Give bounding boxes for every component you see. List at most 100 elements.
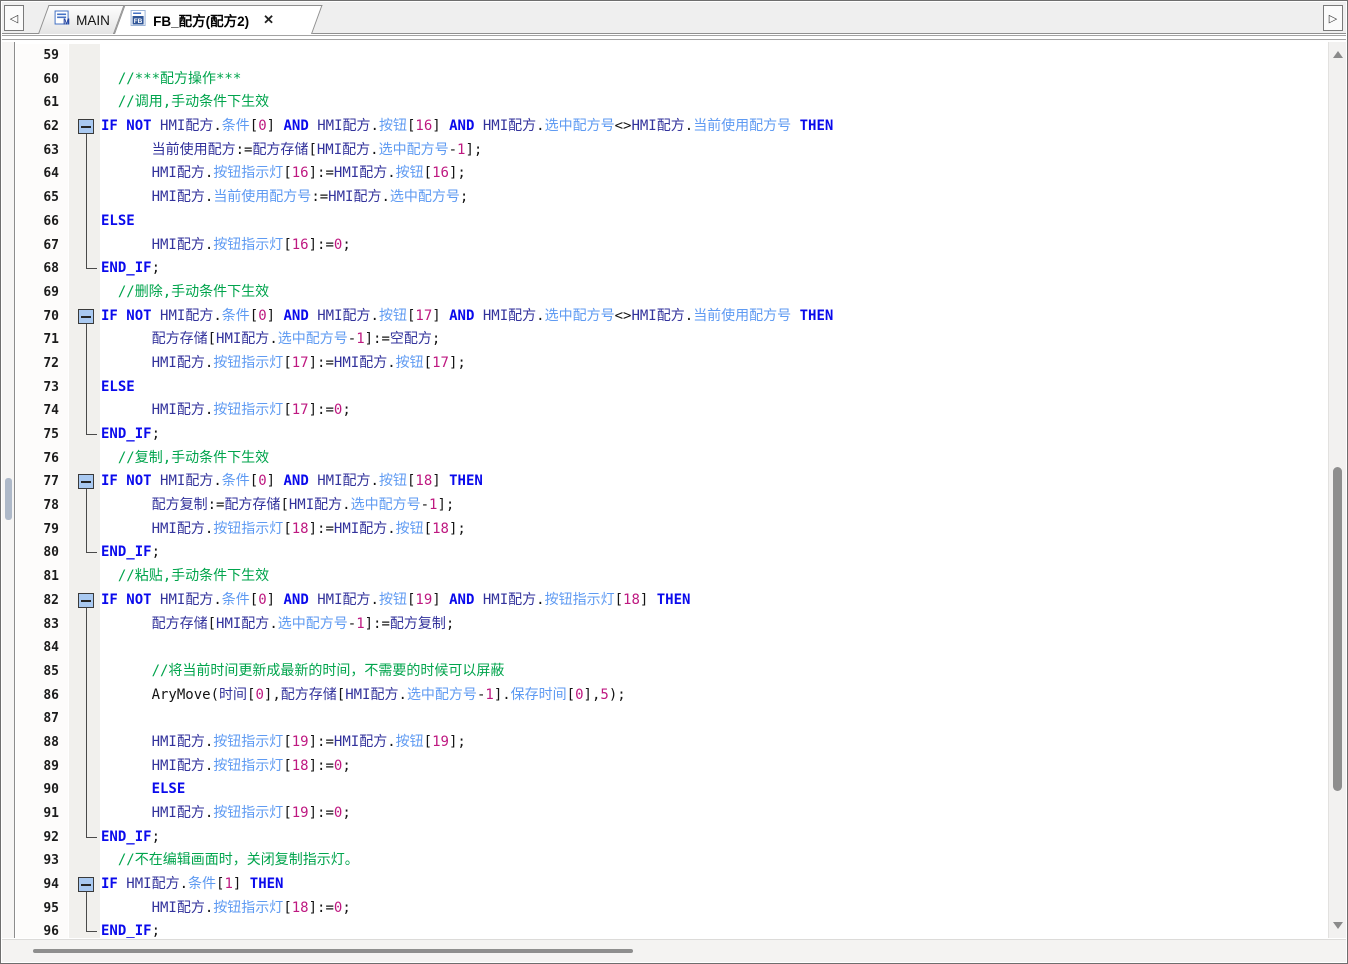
code-text[interactable]: IF NOT HMI配方.条件[0] AND HMI配方.按钮[18] THEN	[101, 470, 483, 494]
tab-main[interactable]: M MAIN	[38, 5, 125, 34]
code-text[interactable]: IF NOT HMI配方.条件[0] AND HMI配方.按钮[17] AND …	[101, 305, 833, 329]
code-text[interactable]: END_IF;	[101, 541, 160, 565]
code-text[interactable]: HMI配方.按钮指示灯[19]:=HMI配方.按钮[19];	[101, 731, 466, 755]
horizontal-scrollbar[interactable]	[2, 939, 1346, 962]
code-text[interactable]: HMI配方.按钮指示灯[18]:=0;	[101, 897, 351, 921]
scroll-down-icon[interactable]	[1333, 922, 1343, 929]
code-line[interactable]: 83 配方存储[HMI配方.选中配方号-1]:=配方复制;	[16, 613, 1328, 637]
code-line[interactable]: 91 HMI配方.按钮指示灯[19]:=0;	[16, 802, 1328, 826]
code-text[interactable]: //调用,手动条件下生效	[101, 91, 269, 115]
code-line[interactable]: 85 //将当前时间更新成最新的时间，不需要的时候可以屏蔽	[16, 660, 1328, 684]
code-line[interactable]: 62IF NOT HMI配方.条件[0] AND HMI配方.按钮[16] AN…	[16, 115, 1328, 139]
close-icon[interactable]: ✕	[263, 12, 274, 28]
code-line[interactable]: 80END_IF;	[16, 541, 1328, 565]
code-text[interactable]: ELSE	[101, 376, 135, 400]
code-text[interactable]: ELSE	[101, 210, 135, 234]
code-text[interactable]: 配方存储[HMI配方.选中配方号-1]:=空配方;	[101, 328, 440, 352]
code-line[interactable]: 72 HMI配方.按钮指示灯[17]:=HMI配方.按钮[17];	[16, 352, 1328, 376]
code-text[interactable]: AryMove(时间[0],配方存储[HMI配方.选中配方号-1].保存时间[0…	[101, 684, 626, 708]
code-text[interactable]: END_IF;	[101, 257, 160, 281]
collapse-box-icon[interactable]	[78, 309, 94, 324]
code-line[interactable]: 95 HMI配方.按钮指示灯[18]:=0;	[16, 897, 1328, 921]
vertical-scrollbar[interactable]	[1328, 42, 1346, 938]
code-text[interactable]: 配方复制:=配方存储[HMI配方.选中配方号-1];	[101, 494, 454, 518]
collapse-box-icon[interactable]	[78, 593, 94, 608]
code-line[interactable]: 89 HMI配方.按钮指示灯[18]:=0;	[16, 755, 1328, 779]
code-text[interactable]: HMI配方.按钮指示灯[17]:=HMI配方.按钮[17];	[101, 352, 466, 376]
code-text[interactable]: 当前使用配方:=配方存储[HMI配方.选中配方号-1];	[101, 139, 482, 163]
code-line[interactable]: 66ELSE	[16, 210, 1328, 234]
code-text[interactable]: IF NOT HMI配方.条件[0] AND HMI配方.按钮[16] AND …	[101, 115, 833, 139]
code-line[interactable]: 96END_IF;	[16, 920, 1328, 938]
code-line[interactable]: 78 配方复制:=配方存储[HMI配方.选中配方号-1];	[16, 494, 1328, 518]
code-line[interactable]: 87	[16, 707, 1328, 731]
code-line[interactable]: 73ELSE	[16, 376, 1328, 400]
code-text[interactable]: //将当前时间更新成最新的时间，不需要的时候可以屏蔽	[101, 660, 504, 684]
code-text[interactable]: END_IF;	[101, 423, 160, 447]
code-text[interactable]: 配方存储[HMI配方.选中配方号-1]:=配方复制;	[101, 613, 454, 637]
vertical-scrollbar-thumb[interactable]	[1333, 467, 1342, 791]
code-text[interactable]: //***配方操作***	[101, 68, 241, 92]
code-line[interactable]: 75END_IF;	[16, 423, 1328, 447]
code-editor[interactable]: 5960 //***配方操作***61 //调用,手动条件下生效62IF NOT…	[2, 42, 1328, 938]
code-line[interactable]: 70IF NOT HMI配方.条件[0] AND HMI配方.按钮[17] AN…	[16, 305, 1328, 329]
code-line[interactable]: 61 //调用,手动条件下生效	[16, 91, 1328, 115]
code-line[interactable]: 86 AryMove(时间[0],配方存储[HMI配方.选中配方号-1].保存时…	[16, 684, 1328, 708]
fold-margin	[69, 470, 100, 494]
code-line[interactable]: 65 HMI配方.当前使用配方号:=HMI配方.选中配方号;	[16, 186, 1328, 210]
fold-margin	[69, 328, 100, 352]
code-text[interactable]: //删除,手动条件下生效	[101, 281, 269, 305]
line-number: 87	[16, 707, 68, 731]
fold-margin	[69, 305, 100, 329]
code-line[interactable]: 68 END_IF;	[16, 257, 1328, 281]
code-line[interactable]: 94IF HMI配方.条件[1] THEN	[16, 873, 1328, 897]
code-line[interactable]: 90 ELSE	[16, 778, 1328, 802]
code-text[interactable]: ELSE	[101, 778, 185, 802]
code-text[interactable]: HMI配方.按钮指示灯[18]:=HMI配方.按钮[18];	[101, 518, 466, 542]
scroll-up-icon[interactable]	[1333, 51, 1343, 58]
line-number: 67	[16, 234, 68, 258]
code-line[interactable]: 88 HMI配方.按钮指示灯[19]:=HMI配方.按钮[19];	[16, 731, 1328, 755]
code-line[interactable]: 63 当前使用配方:=配方存储[HMI配方.选中配方号-1];	[16, 139, 1328, 163]
left-scrollbar[interactable]	[2, 42, 15, 938]
code-text[interactable]: IF HMI配方.条件[1] THEN	[101, 873, 283, 897]
code-text[interactable]: IF NOT HMI配方.条件[0] AND HMI配方.按钮[19] AND …	[101, 589, 690, 613]
code-line[interactable]: 82IF NOT HMI配方.条件[0] AND HMI配方.按钮[19] AN…	[16, 589, 1328, 613]
code-text[interactable]: HMI配方.按钮指示灯[16]:=HMI配方.按钮[16];	[101, 162, 466, 186]
code-text[interactable]: HMI配方.按钮指示灯[19]:=0;	[101, 802, 351, 826]
code-line[interactable]: 77IF NOT HMI配方.条件[0] AND HMI配方.按钮[18] TH…	[16, 470, 1328, 494]
horizontal-scrollbar-thumb[interactable]	[33, 949, 633, 953]
code-line[interactable]: 81 //粘贴,手动条件下生效	[16, 565, 1328, 589]
code-line[interactable]: 76 //复制,手动条件下生效	[16, 447, 1328, 471]
code-text[interactable]: END_IF;	[101, 826, 160, 850]
code-line[interactable]: 59	[16, 44, 1328, 68]
code-text[interactable]: //不在编辑画面时，关闭复制指示灯。	[101, 849, 359, 873]
code-line[interactable]: 60 //***配方操作***	[16, 68, 1328, 92]
collapse-box-icon[interactable]	[78, 877, 94, 892]
code-text[interactable]: HMI配方.按钮指示灯[18]:=0;	[101, 755, 351, 779]
collapse-box-icon[interactable]	[78, 119, 94, 134]
tab-fb-recipe[interactable]: FB FB_配方(配方2) ✕	[114, 5, 323, 34]
code-line[interactable]: 71 配方存储[HMI配方.选中配方号-1]:=空配方;	[16, 328, 1328, 352]
code-line[interactable]: 74 HMI配方.按钮指示灯[17]:=0;	[16, 399, 1328, 423]
code-line[interactable]: 67 HMI配方.按钮指示灯[16]:=0;	[16, 234, 1328, 258]
code-line[interactable]: 69 //删除,手动条件下生效	[16, 281, 1328, 305]
code-text[interactable]: END_IF;	[101, 920, 160, 938]
left-scrollbar-thumb[interactable]	[5, 478, 12, 520]
code-line[interactable]: 92END_IF;	[16, 826, 1328, 850]
code-line[interactable]: 64 HMI配方.按钮指示灯[16]:=HMI配方.按钮[16];	[16, 162, 1328, 186]
code-line[interactable]: 79 HMI配方.按钮指示灯[18]:=HMI配方.按钮[18];	[16, 518, 1328, 542]
code-text[interactable]: //粘贴,手动条件下生效	[101, 565, 269, 589]
code-text[interactable]: HMI配方.按钮指示灯[17]:=0;	[101, 399, 351, 423]
tab-scroll-left-button[interactable]: ◁	[4, 5, 24, 31]
code-text[interactable]: HMI配方.当前使用配方号:=HMI配方.选中配方号;	[101, 186, 468, 210]
code-text[interactable]: HMI配方.按钮指示灯[16]:=0;	[101, 234, 351, 258]
code-line[interactable]: 93 //不在编辑画面时，关闭复制指示灯。	[16, 849, 1328, 873]
fold-margin	[69, 115, 100, 139]
tab-scroll-right-button[interactable]: ▷	[1323, 5, 1343, 31]
line-number: 68	[16, 257, 68, 281]
collapse-box-icon[interactable]	[78, 474, 94, 489]
code-text[interactable]: //复制,手动条件下生效	[101, 447, 269, 471]
code-line[interactable]: 84	[16, 636, 1328, 660]
fold-margin	[69, 281, 100, 305]
